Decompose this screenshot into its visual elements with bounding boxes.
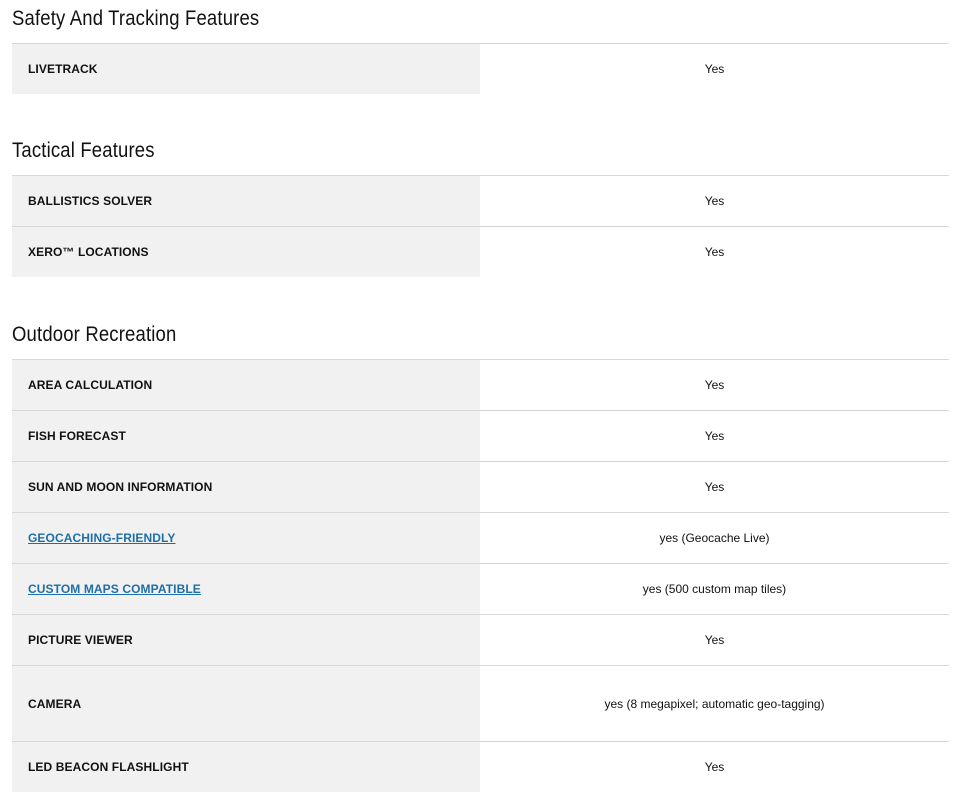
spec-value-xero-locations: Yes [704,245,725,259]
spec-row-picture-viewer: PICTURE VIEWER Yes [12,614,949,665]
spec-label-sun-and-moon-information: SUN AND MOON INFORMATION [12,462,480,512]
spec-label-picture-viewer: PICTURE VIEWER [12,615,480,665]
spec-value-area-calculation: Yes [704,378,725,392]
section-title-safety-and-tracking: Safety And Tracking Features [12,7,260,30]
spec-row-led-beacon-flashlight: LED BEACON FLASHLIGHT Yes [12,741,949,792]
spec-label-area-calculation: AREA CALCULATION [12,360,480,410]
spec-value-fish-forecast: Yes [704,429,725,443]
spec-label-livetrack: LIVETRACK [12,44,480,94]
spec-label-geocaching-friendly: GEOCACHING-FRIENDLY [12,513,480,563]
spec-value-livetrack: Yes [704,62,725,76]
spec-table-outdoor-recreation: AREA CALCULATION Yes FISH FORECAST Yes S… [12,359,949,792]
spec-label-xero-locations: XERO™ LOCATIONS [12,227,480,277]
spec-row-area-calculation: AREA CALCULATION Yes [12,359,949,410]
spec-row-geocaching-friendly: GEOCACHING-FRIENDLY yes (Geocache Live) [12,512,949,563]
section-title-outdoor-recreation: Outdoor Recreation [12,323,177,346]
spec-row-ballistics-solver: BALLISTICS SOLVER Yes [12,175,949,226]
spec-row-livetrack: LIVETRACK Yes [12,43,949,94]
spec-label-custom-maps-compatible: CUSTOM MAPS COMPATIBLE [12,564,480,614]
section-title-tactical-features: Tactical Features [12,139,155,162]
spec-label-fish-forecast: FISH FORECAST [12,411,480,461]
spec-table-safety-and-tracking: LIVETRACK Yes [12,43,949,94]
spec-row-camera: CAMERA yes (8 megapixel; automatic geo-t… [12,665,949,741]
spec-table-tactical-features: BALLISTICS SOLVER Yes XERO™ LOCATIONS Ye… [12,175,949,277]
custom-maps-compatible-link[interactable]: CUSTOM MAPS COMPATIBLE [28,582,201,596]
spec-value-picture-viewer: Yes [704,633,725,647]
spec-row-sun-and-moon-information: SUN AND MOON INFORMATION Yes [12,461,949,512]
spec-value-led-beacon-flashlight: Yes [704,760,725,774]
spec-value-camera: yes (8 megapixel; automatic geo-tagging) [604,696,825,711]
spec-label-ballistics-solver: BALLISTICS SOLVER [12,176,480,226]
spec-value-geocaching-friendly: yes (Geocache Live) [659,531,770,545]
geocaching-friendly-link[interactable]: GEOCACHING-FRIENDLY [28,531,175,545]
spec-row-custom-maps-compatible: CUSTOM MAPS COMPATIBLE yes (500 custom m… [12,563,949,614]
spec-value-sun-and-moon-information: Yes [704,480,725,494]
spec-row-xero-locations: XERO™ LOCATIONS Yes [12,226,949,277]
spec-value-ballistics-solver: Yes [704,194,725,208]
spec-value-custom-maps-compatible: yes (500 custom map tiles) [642,582,787,596]
spec-row-fish-forecast: FISH FORECAST Yes [12,410,949,461]
spec-label-led-beacon-flashlight: LED BEACON FLASHLIGHT [12,742,480,792]
spec-label-camera: CAMERA [12,666,480,741]
